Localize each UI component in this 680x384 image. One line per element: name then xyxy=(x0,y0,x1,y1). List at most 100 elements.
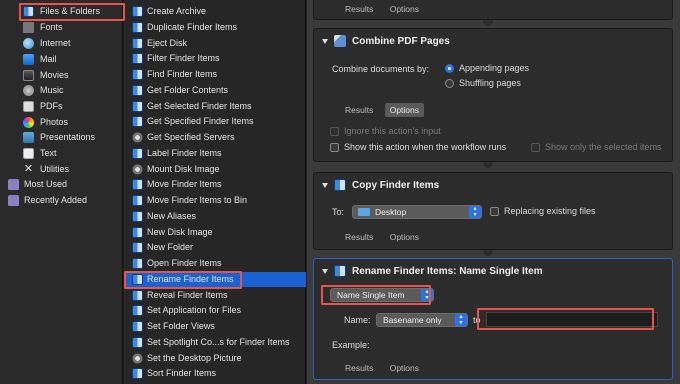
action-item-label: Get Specified Servers xyxy=(147,132,235,142)
font-book-icon xyxy=(23,22,34,33)
show-when-run-label: Show this action when the workflow runs xyxy=(344,142,507,152)
library-item[interactable]: Fonts xyxy=(23,20,120,35)
action-item-label: Label Finder Items xyxy=(147,147,222,158)
finder-icon xyxy=(132,210,143,222)
finder-icon xyxy=(132,37,143,49)
finder-icon xyxy=(132,69,143,80)
disclosure-triangle-icon[interactable] xyxy=(322,182,328,188)
gear-icon xyxy=(132,352,143,364)
finder-icon xyxy=(132,368,143,380)
library-item[interactable]: Most Used xyxy=(8,177,120,192)
action-item[interactable]: Get Specified Finder Items xyxy=(124,114,306,129)
library-item[interactable]: PDFs xyxy=(23,99,120,114)
action-item-label: Get Specified Finder Items xyxy=(147,116,254,127)
shuffling-pages-label: Shuffling pages xyxy=(459,78,521,88)
library-item-label: Photos xyxy=(40,117,69,127)
results-tab[interactable]: Results xyxy=(340,103,378,117)
action-item[interactable]: Set Spotlight Co...s for Finder Items xyxy=(124,335,306,350)
text-icon xyxy=(23,148,34,159)
shuffling-pages-radio[interactable] xyxy=(445,79,454,88)
finder-icon xyxy=(132,258,143,269)
results-tab[interactable]: Results xyxy=(340,230,378,244)
finder-icon xyxy=(132,321,143,332)
library-item[interactable]: Presentations xyxy=(23,130,120,145)
action-item-label: Set the Desktop Picture xyxy=(147,352,242,363)
library-item[interactable]: Mail xyxy=(23,52,120,67)
action-item-label: Duplicate Finder Items xyxy=(147,21,238,32)
options-tab[interactable]: Options xyxy=(384,103,425,117)
new-name-input[interactable] xyxy=(486,312,658,327)
action-item-label: Get Folder Contents xyxy=(147,84,229,95)
name-label: Name: xyxy=(344,315,371,325)
results-tab[interactable]: Results xyxy=(340,2,378,16)
action-item[interactable]: Mount Disk Image xyxy=(124,162,306,177)
action-item[interactable]: Set Folder Views xyxy=(124,319,306,334)
appending-pages-radio[interactable] xyxy=(445,64,454,73)
disclosure-triangle-icon[interactable] xyxy=(322,38,328,44)
gear-icon xyxy=(132,132,143,143)
action-item-label: New Disk Image xyxy=(147,226,213,237)
show-selected-checkbox[interactable] xyxy=(531,143,540,152)
action-item[interactable]: Move Finder Items xyxy=(124,177,306,192)
action-item[interactable]: Label Finder Items xyxy=(124,146,306,161)
actions-list: Create Archive Duplicate Finder Items Ejec… xyxy=(124,0,306,384)
popup-arrows-icon xyxy=(421,289,433,301)
connector xyxy=(483,20,493,26)
disclosure-triangle-icon[interactable] xyxy=(322,268,328,274)
results-tab[interactable]: Results xyxy=(340,361,378,375)
panel-title: Rename Finder Items: Name Single Item xyxy=(352,266,543,277)
library-item-label: Internet xyxy=(40,38,71,48)
action-item[interactable]: Eject Disk xyxy=(124,36,306,51)
ignore-input-checkbox[interactable] xyxy=(330,127,339,136)
options-tab[interactable]: Options xyxy=(385,361,424,375)
music-icon xyxy=(23,85,34,96)
connector xyxy=(483,250,493,256)
pdf-icon xyxy=(23,101,34,112)
preview-icon xyxy=(334,35,346,48)
copy-finder-title[interactable]: Copy Finder Items xyxy=(322,179,439,193)
replace-existing-checkbox[interactable] xyxy=(490,207,499,216)
action-item[interactable]: Find Finder Items xyxy=(124,67,306,82)
action-item[interactable]: Filter Finder Items xyxy=(124,51,306,66)
options-tab[interactable]: Options xyxy=(385,2,424,16)
action-item[interactable]: Duplicate Finder Items xyxy=(124,20,306,35)
action-item[interactable]: Sort Finder Items xyxy=(124,366,306,381)
action-item[interactable]: Set the Desktop Picture xyxy=(124,351,306,366)
options-tab[interactable]: Options xyxy=(385,230,424,244)
name-scope-popup[interactable]: Basename only xyxy=(376,313,468,327)
action-item[interactable]: Get Selected Finder Items xyxy=(124,99,306,114)
library-item[interactable]: Photos xyxy=(23,115,120,130)
action-item[interactable]: New Aliases xyxy=(124,209,306,224)
rename-title[interactable]: Rename Finder Items: Name Single Item xyxy=(322,265,543,279)
action-item-label: Rename Finder Items xyxy=(147,273,234,284)
action-item-label: Eject Disk xyxy=(147,37,188,48)
action-item[interactable]: Set Application for Files xyxy=(124,303,306,318)
finder-icon xyxy=(334,265,346,278)
library-item[interactable]: ✕ Utilities xyxy=(23,162,120,177)
library-item[interactable]: Movies xyxy=(23,68,120,83)
connector xyxy=(483,162,493,168)
library-item[interactable]: Music xyxy=(23,83,120,98)
action-item[interactable]: Get Folder Contents xyxy=(124,83,306,98)
library-item[interactable]: Text xyxy=(23,146,120,161)
action-item[interactable]: Move Finder Items to Bin xyxy=(124,193,306,208)
action-item[interactable]: New Folder xyxy=(124,240,306,255)
rename-tabs: Results Options xyxy=(340,361,428,375)
action-item[interactable]: Rename Finder Items xyxy=(124,271,306,287)
library-item[interactable]: Recently Added xyxy=(8,193,120,208)
action-item[interactable]: Reveal Finder Items xyxy=(124,288,306,303)
rename-mode-popup[interactable]: Name Single Item xyxy=(330,288,434,302)
destination-popup[interactable]: Desktop xyxy=(352,205,482,219)
action-item[interactable]: Open Finder Items xyxy=(124,256,306,271)
combine-pdf-tabs: Results Options xyxy=(340,103,428,117)
library-item-label: Recently Added xyxy=(24,195,88,205)
library-item-label: Most Used xyxy=(24,179,68,189)
action-item[interactable]: Create Archive xyxy=(124,4,306,19)
library-item[interactable]: Files & Folders xyxy=(23,4,120,19)
action-item[interactable]: Get Specified Servers xyxy=(124,130,306,145)
show-when-run-checkbox[interactable] xyxy=(330,143,339,152)
library-item[interactable]: Internet xyxy=(23,36,120,51)
to-label: To: xyxy=(332,207,345,217)
action-item[interactable]: New Disk Image xyxy=(124,225,306,240)
combine-pdf-title[interactable]: Combine PDF Pages xyxy=(322,35,450,49)
